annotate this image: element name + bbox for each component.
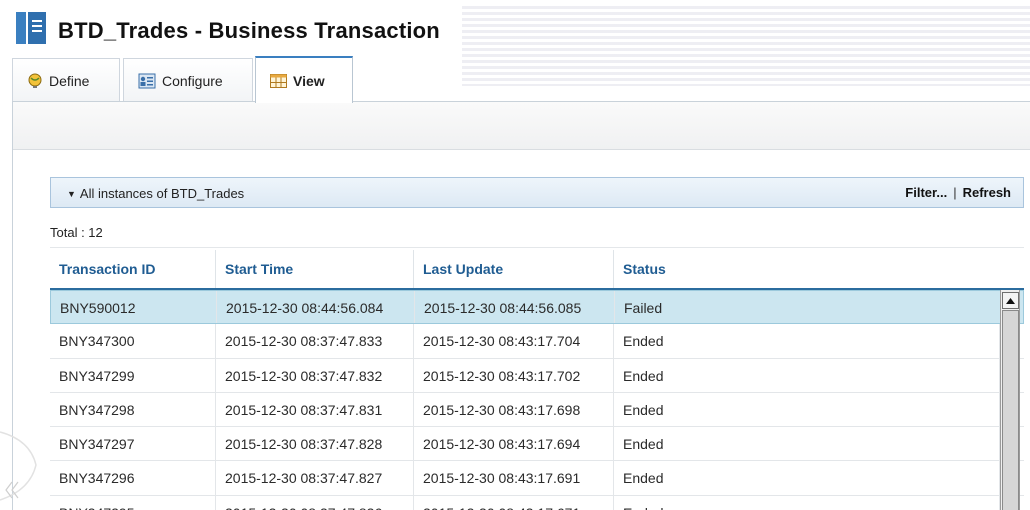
cell-start-time: 2015-12-30 08:37:47.828 [216,427,414,461]
cell-status: Failed [615,291,1001,324]
cell-transaction-id: BNY347296 [50,461,216,495]
cell-start-time: 2015-12-30 08:44:56.084 [217,291,415,324]
instances-section-bar[interactable]: ▼ All instances of BTD_Trades Filter... | R… [50,177,1024,208]
cell-transaction-id: BNY590012 [51,291,217,324]
cell-last-update: 2015-12-30 08:44:56.085 [415,291,615,324]
cell-status: Ended [614,495,1000,510]
cell-start-time: 2015-12-30 08:37:47.832 [216,358,414,392]
cell-status: Ended [614,427,1000,461]
cell-start-time: 2015-12-30 08:37:47.827 [216,461,414,495]
column-header-status[interactable]: Status [614,250,1000,288]
table-scrollbar[interactable] [1000,290,1020,510]
table-row[interactable]: BNY590012 2015-12-30 08:44:56.084 2015-1… [50,290,1024,325]
triangle-up-icon [1006,297,1015,304]
table-body: BNY590012 2015-12-30 08:44:56.084 2015-1… [50,290,1024,510]
section-title: All instances of BTD_Trades [79,186,245,201]
cell-transaction-id: BNY347300 [50,324,216,358]
tab-define[interactable]: Define [12,58,120,102]
cell-transaction-id: BNY347298 [50,392,216,427]
table-row[interactable]: BNY347295 2015-12-30 08:37:47.826 2015-1… [50,495,1024,510]
toolbar [13,102,1030,150]
cell-transaction-id: BNY347295 [50,495,216,510]
caret-down-icon: ▼ [67,189,76,199]
transactions-table: Transaction ID Start Time Last Update St… [50,250,1024,510]
book-icon [14,10,50,46]
cell-last-update: 2015-12-30 08:43:17.691 [414,461,614,495]
column-header-transaction-id[interactable]: Transaction ID [50,250,216,288]
divider [50,247,1024,248]
cell-last-update: 2015-12-30 08:43:17.671 [414,495,614,510]
filter-link[interactable]: Filter... [905,185,947,200]
cell-transaction-id: BNY347297 [50,427,216,461]
cell-status: Ended [614,461,1000,495]
scroll-up-button[interactable] [1002,292,1019,309]
table-row[interactable]: BNY347296 2015-12-30 08:37:47.827 2015-1… [50,461,1024,496]
cell-transaction-id: BNY347299 [50,358,216,392]
column-header-start-time[interactable]: Start Time [216,250,414,288]
tab-define-label: Define [49,72,90,89]
table-header: Transaction ID Start Time Last Update St… [50,250,1024,290]
config-card-icon [138,73,156,89]
cell-status: Ended [614,324,1000,358]
tab-configure[interactable]: Configure [123,58,253,102]
table-row[interactable]: BNY347300 2015-12-30 08:37:47.833 2015-1… [50,324,1024,359]
tab-view[interactable]: View [255,56,353,103]
cell-status: Ended [614,392,1000,427]
cell-start-time: 2015-12-30 08:37:47.826 [216,495,414,510]
tab-configure-label: Configure [162,72,223,89]
separator: | [953,185,957,200]
total-count: Total : 12 [50,225,103,240]
side-decoration [0,420,40,510]
table-row[interactable]: BNY347299 2015-12-30 08:37:47.832 2015-1… [50,358,1024,393]
cell-last-update: 2015-12-30 08:43:17.694 [414,427,614,461]
cell-last-update: 2015-12-30 08:43:17.698 [414,392,614,427]
scroll-thumb[interactable] [1002,310,1019,510]
globe-icon [27,73,43,89]
cell-status: Ended [614,358,1000,392]
table-row[interactable]: BNY347298 2015-12-30 08:37:47.831 2015-1… [50,392,1024,428]
table-icon [270,73,287,88]
cell-start-time: 2015-12-30 08:37:47.831 [216,392,414,427]
section-actions: Filter... | Refresh [905,185,1011,200]
column-header-last-update[interactable]: Last Update [414,250,614,288]
cell-last-update: 2015-12-30 08:43:17.702 [414,358,614,392]
section-toggle[interactable]: ▼ All instances of BTD_Trades [67,186,244,201]
tab-view-label: View [293,72,325,89]
page: BTD_Trades - Business Transaction Define [0,0,1030,510]
table-row[interactable]: BNY347297 2015-12-30 08:37:47.828 2015-1… [50,427,1024,462]
cell-last-update: 2015-12-30 08:43:17.704 [414,324,614,358]
page-title: BTD_Trades - Business Transaction [58,18,440,43]
tab-bar: Define Configure View [12,56,1030,103]
refresh-link[interactable]: Refresh [963,185,1011,200]
page-header: BTD_Trades - Business Transaction [0,0,1030,86]
cell-start-time: 2015-12-30 08:37:47.833 [216,324,414,358]
